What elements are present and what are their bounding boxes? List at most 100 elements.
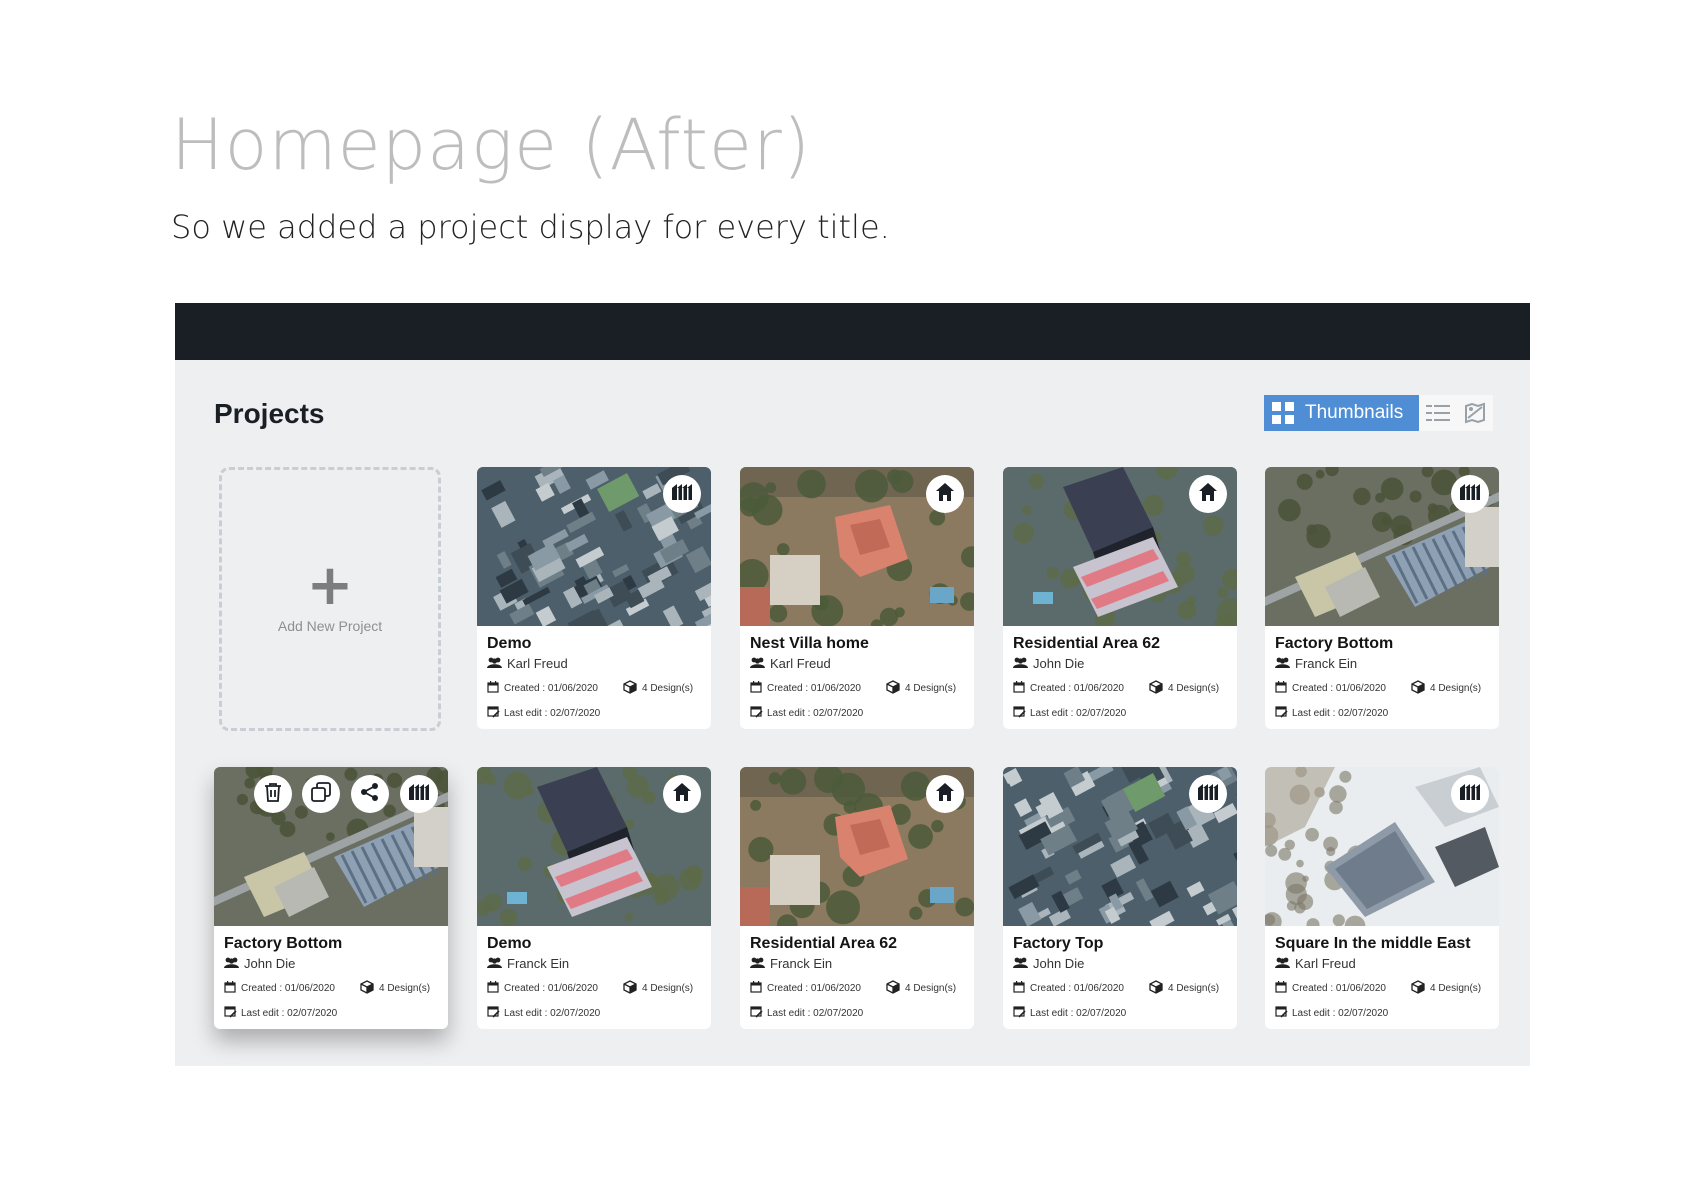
design-count-text: 4 Design(s)	[1430, 683, 1482, 694]
created-date: Created : 01/06/2020	[487, 981, 623, 996]
top-navigation-bar	[175, 303, 1530, 360]
project-meta: Created : 01/06/2020 4 Design(s)	[1275, 680, 1491, 697]
project-title: Residential Area 62	[1013, 635, 1161, 652]
project-card[interactable]: Residential Area 62 John Die Created : 01/…	[1003, 467, 1237, 729]
design-count-text: 4 Design(s)	[642, 983, 694, 994]
last-edit-text: Last edit : 02/07/2020	[1292, 707, 1389, 719]
owner-name: John Die	[244, 956, 296, 971]
calendar-icon	[1275, 681, 1287, 696]
duplicate-icon	[311, 782, 331, 806]
calendar-edit-icon	[224, 1005, 237, 1021]
created-date: Created : 01/06/2020	[750, 681, 886, 696]
project-type-badge	[400, 775, 438, 813]
calendar-icon	[224, 981, 236, 996]
user-group-icon	[487, 656, 502, 671]
factory-icon	[408, 783, 430, 805]
owner-name: Karl Freud	[1295, 956, 1356, 971]
last-edit-text: Last edit : 02/07/2020	[504, 707, 601, 719]
thumbnails-view-button[interactable]: Thumbnails	[1264, 395, 1419, 431]
add-new-project-card[interactable]: + Add New Project	[219, 467, 441, 731]
project-card[interactable]: Square In the middle East Karl Freud Creat…	[1265, 767, 1499, 1029]
created-date: Created : 01/06/2020	[224, 981, 360, 996]
project-meta: Created : 01/06/2020 4 Design(s)	[1013, 980, 1229, 997]
project-card[interactable]: Factory Top John Die Created : 01/06/2020 4…	[1003, 767, 1237, 1029]
calendar-edit-icon	[1275, 1005, 1288, 1021]
project-type-badge	[926, 775, 964, 813]
calendar-edit-icon	[1013, 1005, 1026, 1021]
project-title: Demo	[487, 935, 532, 952]
design-count-text: 4 Design(s)	[905, 683, 957, 694]
design-count: 4 Design(s)	[1149, 980, 1219, 997]
thumbnails-view-label: Thumbnails	[1305, 402, 1404, 423]
calendar-edit-icon	[750, 1005, 763, 1021]
factory-icon	[671, 483, 693, 505]
project-type-badge	[1189, 475, 1227, 513]
project-title: Residential Area 62	[750, 935, 898, 952]
cube-icon	[1149, 680, 1163, 697]
project-type-badge	[663, 475, 701, 513]
home-icon	[935, 782, 955, 806]
project-owner: John Die	[224, 956, 440, 971]
duplicate-button[interactable]	[302, 775, 340, 813]
project-title: Square In the middle East	[1275, 935, 1471, 952]
factory-icon	[1459, 483, 1481, 505]
project-type-badge	[1451, 775, 1489, 813]
project-meta: Created : 01/06/2020 4 Design(s)	[750, 980, 966, 997]
design-count-text: 4 Design(s)	[1168, 983, 1220, 994]
design-count-text: 4 Design(s)	[642, 683, 694, 694]
project-info: Nest Villa home Karl Freud Created : 01/06…	[750, 635, 966, 721]
project-type-badge	[663, 775, 701, 813]
project-info: Residential Area 62 Franck Ein Created : 0…	[750, 935, 966, 1021]
delete-button[interactable]	[254, 775, 292, 813]
last-edit-date: Last edit : 02/07/2020	[750, 705, 966, 721]
home-icon	[935, 482, 955, 506]
project-owner: Karl Freud	[1275, 956, 1491, 971]
design-count-text: 4 Design(s)	[905, 983, 957, 994]
project-card[interactable]: Nest Villa home Karl Freud Created : 01/06…	[740, 467, 974, 729]
project-card[interactable]: Factory Bottom Franck Ein Created : 01/06/…	[1265, 467, 1499, 729]
cube-icon	[886, 680, 900, 697]
calendar-edit-icon	[487, 705, 500, 721]
design-count-text: 4 Design(s)	[379, 983, 431, 994]
created-date-text: Created : 01/06/2020	[504, 683, 598, 694]
list-view-icon	[1425, 405, 1450, 421]
share-icon	[360, 782, 380, 806]
last-edit-date: Last edit : 02/07/2020	[224, 1005, 440, 1021]
map-view-button[interactable]	[1456, 395, 1493, 431]
user-group-icon	[1275, 656, 1290, 671]
calendar-icon	[487, 981, 499, 996]
project-meta: Created : 01/06/2020 4 Design(s)	[1275, 980, 1491, 997]
project-info: Factory Bottom John Die Created : 01/06/20…	[224, 935, 440, 1021]
created-date: Created : 01/06/2020	[1275, 981, 1411, 996]
last-edit-text: Last edit : 02/07/2020	[1030, 1007, 1127, 1019]
calendar-edit-icon	[487, 1005, 500, 1021]
project-info: Factory Bottom Franck Ein Created : 01/06/…	[1275, 635, 1491, 721]
list-view-button[interactable]	[1419, 395, 1456, 431]
slide-subheading: So we added a project display for every …	[171, 208, 890, 246]
design-count: 4 Design(s)	[886, 980, 956, 997]
project-card[interactable]: Residential Area 62 Franck Ein Created : 0…	[740, 767, 974, 1029]
project-card[interactable]: Demo Franck Ein Created : 01/06/2020 4 Desi…	[477, 767, 711, 1029]
last-edit-date: Last edit : 02/07/2020	[750, 1005, 966, 1021]
app-window: Projects Thumbnails + Add New Project De…	[175, 303, 1530, 1066]
project-meta: Created : 01/06/2020 4 Design(s)	[224, 980, 440, 997]
user-group-icon	[1013, 956, 1028, 971]
project-card[interactable]: Factory Bottom John Die Created : 01/06/20…	[214, 767, 448, 1029]
project-title: Factory Bottom	[1275, 635, 1394, 652]
last-edit-text: Last edit : 02/07/2020	[1030, 707, 1127, 719]
project-card[interactable]: Demo Karl Freud Created : 01/06/2020 4 Desi…	[477, 467, 711, 729]
created-date: Created : 01/06/2020	[487, 681, 623, 696]
created-date-text: Created : 01/06/2020	[767, 683, 861, 694]
project-owner: John Die	[1013, 956, 1229, 971]
created-date-text: Created : 01/06/2020	[241, 983, 335, 994]
design-count: 4 Design(s)	[1411, 680, 1481, 697]
project-title: Factory Top	[1013, 935, 1104, 952]
project-owner: John Die	[1013, 656, 1229, 671]
design-count: 4 Design(s)	[623, 980, 693, 997]
share-button[interactable]	[351, 775, 389, 813]
user-group-icon	[1013, 656, 1028, 671]
project-meta: Created : 01/06/2020 4 Design(s)	[487, 980, 703, 997]
created-date-text: Created : 01/06/2020	[767, 983, 861, 994]
design-count: 4 Design(s)	[623, 680, 693, 697]
project-title: Demo	[487, 635, 532, 652]
